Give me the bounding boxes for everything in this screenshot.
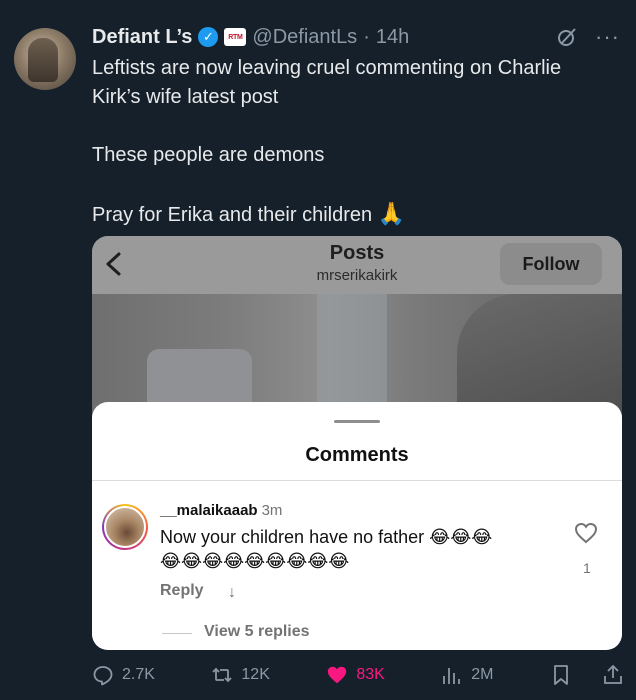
comments-sheet: Comments __malaikaaab 3m Now your childre…: [92, 402, 622, 650]
comment-heart-icon: [574, 522, 598, 544]
like-count: 83K: [356, 666, 385, 683]
author-handle[interactable]: @DefiantLs: [252, 26, 357, 49]
photo-window: [317, 294, 387, 414]
repost-button[interactable]: 12K: [211, 664, 270, 686]
secondary-actions: [550, 664, 624, 686]
tweet-text: Leftists are now leaving cruel commentin…: [92, 54, 612, 230]
comment-body: Now your children have no father: [160, 527, 425, 547]
post-photo: [92, 294, 622, 414]
heart-filled-icon: [328, 666, 347, 684]
avatar-figure: [28, 38, 58, 82]
reply-button[interactable]: 2.7K: [92, 664, 155, 686]
repost-count: 12K: [241, 666, 270, 683]
tweet-actions: 2.7K 12K 83K 2M: [92, 660, 624, 690]
views-bars-icon: [443, 668, 461, 684]
share-icon[interactable]: [602, 664, 624, 686]
view-replies-line: [162, 633, 192, 634]
more-options-icon[interactable]: ···: [595, 26, 620, 48]
reply-count: 2.7K: [122, 666, 155, 683]
tweet-header: Defiant L’s ✓ RTM @DefiantLs · 14h ···: [92, 24, 620, 50]
verified-badge-icon: ✓: [198, 27, 219, 47]
bookmark-icon[interactable]: [550, 664, 572, 686]
repost-icon: [212, 667, 233, 683]
like-button[interactable]: 83K: [326, 664, 385, 686]
commenter-avatar-image: [104, 506, 146, 548]
views-button[interactable]: 2M: [441, 664, 494, 686]
comment-time: 3m: [261, 502, 283, 519]
tweet-time[interactable]: 14h: [376, 26, 409, 49]
view-replies: View 5 replies: [204, 623, 310, 640]
tweet-line-2: These people are demons: [92, 144, 325, 166]
author-name[interactable]: Defiant L’s: [92, 26, 192, 49]
commenter-avatar: [102, 504, 148, 550]
reply-icon: [93, 666, 113, 686]
embedded-screenshot[interactable]: Posts mrserikakirk Follow Comments __mal…: [92, 236, 622, 650]
tweet-line-3: Pray for Erika and their children 🙏: [92, 199, 612, 230]
comment-header: __malaikaaab 3m: [160, 502, 282, 519]
grok-icon[interactable]: [557, 27, 577, 47]
sheet-divider: [92, 480, 622, 481]
comment-text: Now your children have no father 😂😂😂 😂😂😂…: [160, 525, 560, 573]
views-count: 2M: [471, 666, 494, 683]
comment-like-count: 1: [583, 560, 591, 576]
laughing-emoji-group-2: 😂😂😂😂😂😂😂😂😂: [160, 551, 350, 571]
comments-title: Comments: [305, 444, 409, 466]
laughing-emoji-group-1: 😂😂😂: [429, 527, 493, 547]
comment-reply: Reply: [160, 582, 204, 599]
affiliation-badge-icon[interactable]: RTM: [224, 28, 247, 46]
separator-dot: ·: [363, 25, 370, 48]
follow-button: Follow: [500, 243, 602, 285]
praying-hands-emoji: 🙏: [377, 201, 406, 226]
tweet-line-3-text: Pray for Erika and their children: [92, 204, 373, 226]
sheet-grabber: [334, 420, 380, 423]
tweet-line-1: Leftists are now leaving cruel commentin…: [92, 57, 562, 108]
comment-username: __malaikaaab: [160, 502, 258, 519]
author-avatar[interactable]: [14, 28, 76, 90]
photo-person: [457, 294, 622, 414]
instagram-topbar: Posts mrserikakirk Follow: [92, 236, 622, 294]
arrow-down-icon: ↓: [228, 584, 236, 601]
